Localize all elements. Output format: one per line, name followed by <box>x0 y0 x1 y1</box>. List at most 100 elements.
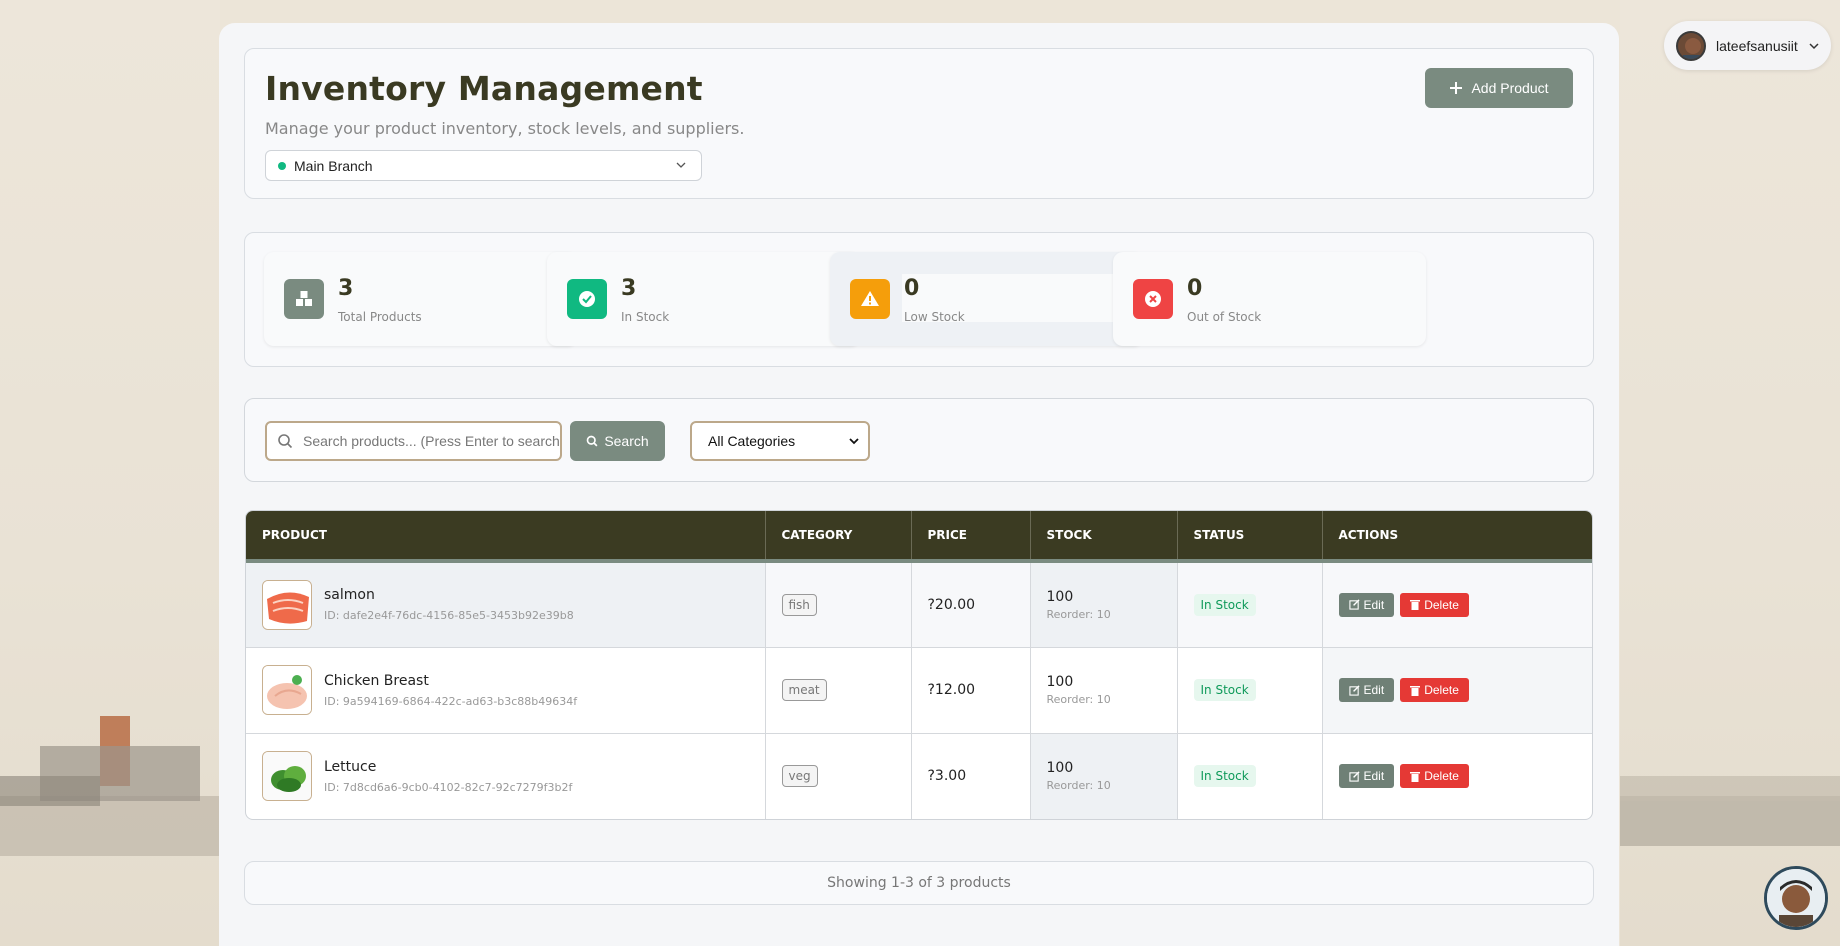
product-image-salmon <box>262 579 312 630</box>
search-card: Search products... (Press Enter to searc… <box>244 398 1594 482</box>
delete-button[interactable]: Delete <box>1400 764 1469 789</box>
product-id: ID: dafe2e4f-76dc-4156-85e5-3453b92e39b8 <box>324 609 574 623</box>
stat-label: In Stock <box>621 310 670 324</box>
search-input[interactable]: Search products... (Press Enter to searc… <box>265 421 562 461</box>
stats-card: 3 Total Products 3 In Stock 0 Low Stock … <box>244 232 1594 367</box>
stock-quantity: 100 <box>1046 760 1074 777</box>
search-button[interactable]: Search <box>570 421 665 461</box>
add-product-button[interactable]: Add Product <box>1425 68 1573 108</box>
status-badge: In Stock <box>1193 765 1256 788</box>
search-placeholder: Search products... (Press Enter to searc… <box>303 433 562 449</box>
table-row: Lettuce ID: 7d8cd6a6-9cb0-4102-82c7-92c7… <box>246 733 1592 819</box>
branch-label: Main Branch <box>294 157 373 174</box>
edit-icon <box>1348 684 1360 696</box>
stock-quantity: 100 <box>1046 588 1074 605</box>
edit-label: Edit <box>1363 769 1385 784</box>
trash-icon <box>1410 771 1421 782</box>
table-row: salmon ID: dafe2e4f-76dc-4156-85e5-3453b… <box>246 561 1592 647</box>
chevron-down-icon <box>1809 42 1819 49</box>
edit-button[interactable]: Edit <box>1338 764 1395 789</box>
delete-label: Delete <box>1424 769 1459 784</box>
stat-total-products: 3 Total Products <box>264 252 577 346</box>
user-avatar <box>1676 30 1706 61</box>
stat-value: 0 <box>904 276 920 301</box>
edit-button[interactable]: Edit <box>1338 592 1395 617</box>
category-select[interactable]: All Categories <box>690 421 870 461</box>
edit-icon <box>1348 599 1360 610</box>
product-image-chicken <box>262 665 312 715</box>
plus-icon <box>1450 82 1463 94</box>
edit-button[interactable]: Edit <box>1338 678 1395 702</box>
trash-icon <box>1410 685 1421 696</box>
pagination-summary: Showing 1-3 of 3 products <box>827 875 1011 891</box>
column-header-price[interactable]: PRICE <box>911 511 1031 561</box>
column-header-category[interactable]: CATEGORY <box>765 511 912 561</box>
status-badge: In Stock <box>1193 679 1256 701</box>
product-name: Chicken Breast <box>324 672 429 689</box>
reorder-level: Reorder: 10 <box>1046 607 1111 621</box>
stat-in-stock: 3 In Stock <box>547 252 860 346</box>
stat-value: 0 <box>1187 276 1203 301</box>
product-price: ?12.00 <box>927 682 976 698</box>
boxes-icon <box>284 279 324 319</box>
header-card: Inventory Management Manage your product… <box>244 48 1594 199</box>
table-header-row: PRODUCT CATEGORY PRICE STOCK STATUS ACTI… <box>246 511 1592 561</box>
category-tag: meat <box>781 679 827 701</box>
search-icon <box>586 435 598 447</box>
background-left <box>0 0 220 946</box>
background-scenery-right <box>1620 776 1840 846</box>
product-id: ID: 9a594169-6864-422c-ad63-b3c88b49634f <box>324 694 578 708</box>
column-header-stock[interactable]: STOCK <box>1030 511 1178 561</box>
column-header-status[interactable]: STATUS <box>1177 511 1323 561</box>
chevron-down-icon <box>849 438 859 445</box>
stat-value: 3 <box>621 276 637 301</box>
stat-label: Low Stock <box>904 310 965 324</box>
stock-quantity: 100 <box>1046 674 1074 690</box>
column-header-product[interactable]: PRODUCT <box>246 511 766 561</box>
page-title: Inventory Management <box>265 69 703 108</box>
search-button-label: Search <box>604 433 649 449</box>
warning-icon <box>850 279 890 319</box>
add-product-label: Add Product <box>1471 80 1549 96</box>
product-name: salmon <box>324 587 375 604</box>
assistant-avatar-button[interactable] <box>1764 866 1828 930</box>
edit-icon <box>1348 771 1360 782</box>
stat-out-of-stock: 0 Out of Stock <box>1113 252 1426 346</box>
branch-select[interactable]: Main Branch <box>265 150 702 181</box>
product-name: Lettuce <box>324 758 377 775</box>
search-icon <box>278 434 293 449</box>
delete-label: Delete <box>1424 597 1459 612</box>
product-price: ?20.00 <box>927 596 976 613</box>
reorder-level: Reorder: 10 <box>1046 779 1111 793</box>
category-select-value: All Categories <box>708 433 796 449</box>
products-table: PRODUCT CATEGORY PRICE STOCK STATUS ACTI… <box>245 510 1593 820</box>
table-row: Chicken Breast ID: 9a594169-6864-422c-ad… <box>246 647 1592 733</box>
reorder-level: Reorder: 10 <box>1046 693 1111 706</box>
x-circle-icon <box>1133 279 1173 319</box>
edit-label: Edit <box>1363 597 1385 612</box>
page-subtitle: Manage your product inventory, stock lev… <box>265 119 745 138</box>
main-panel: Inventory Management Manage your product… <box>219 23 1619 946</box>
edit-label: Edit <box>1363 683 1385 697</box>
stat-value: 3 <box>338 276 354 301</box>
user-menu[interactable]: lateefsanusiit <box>1664 21 1831 70</box>
delete-label: Delete <box>1424 683 1459 697</box>
branch-status-dot <box>278 161 286 170</box>
stat-label: Out of Stock <box>1187 310 1262 324</box>
product-id: ID: 7d8cd6a6-9cb0-4102-82c7-92c7279f3b2f <box>324 780 573 794</box>
trash-icon <box>1410 600 1421 611</box>
product-image-lettuce <box>262 751 312 802</box>
background-right <box>1620 0 1840 946</box>
category-tag: veg <box>781 765 818 788</box>
chevron-down-icon <box>676 162 686 168</box>
check-circle-icon <box>567 279 607 319</box>
status-badge: In Stock <box>1193 593 1256 616</box>
user-name: lateefsanusiit <box>1716 37 1798 54</box>
pagination-footer: Showing 1-3 of 3 products <box>244 861 1594 905</box>
delete-button[interactable]: Delete <box>1400 592 1469 617</box>
stat-label: Total Products <box>338 310 422 324</box>
product-price: ?3.00 <box>927 768 967 785</box>
category-tag: fish <box>781 593 817 616</box>
column-header-actions[interactable]: ACTIONS <box>1322 511 1592 561</box>
delete-button[interactable]: Delete <box>1400 678 1469 702</box>
